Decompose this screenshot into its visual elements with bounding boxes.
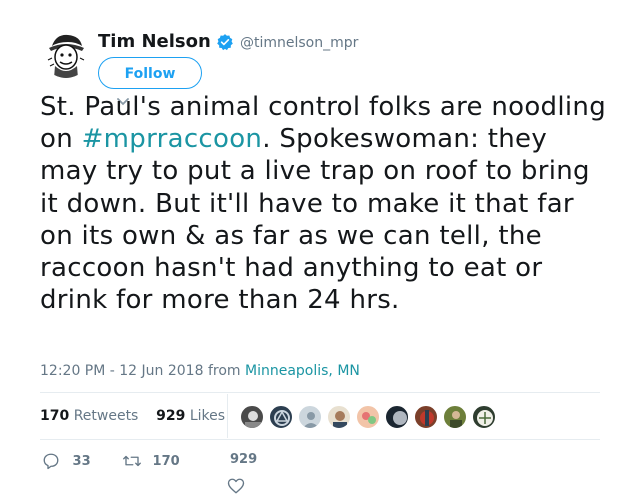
liker-avatar[interactable] bbox=[240, 405, 264, 429]
stats-divider bbox=[227, 394, 228, 438]
divider-bottom bbox=[40, 439, 600, 440]
user-name[interactable]: Tim Nelson bbox=[98, 31, 211, 52]
from-label: from bbox=[207, 363, 241, 379]
like-count: 929 bbox=[230, 452, 258, 467]
liker-avatar[interactable] bbox=[472, 405, 496, 429]
liker-avatar[interactable] bbox=[356, 405, 380, 429]
divider-top bbox=[40, 392, 600, 393]
user-handle[interactable]: @timnelson_mpr bbox=[240, 35, 358, 51]
hashtag-link[interactable]: #mprraccoon bbox=[82, 124, 263, 154]
reply-count: 33 bbox=[72, 453, 91, 469]
retweet-count: 170 bbox=[152, 453, 180, 469]
tweet-stats: 170 Retweets 929 Likes bbox=[40, 408, 225, 424]
reply-icon[interactable] bbox=[42, 452, 60, 470]
liker-avatar[interactable] bbox=[269, 405, 293, 429]
reply-action[interactable]: 33 bbox=[42, 452, 91, 470]
liker-avatar[interactable] bbox=[298, 405, 322, 429]
likes-stat[interactable]: 929 Likes bbox=[156, 408, 225, 424]
retweet-icon[interactable] bbox=[122, 452, 142, 470]
like-count-action[interactable]: 929 bbox=[230, 452, 257, 467]
likes-label: Likes bbox=[189, 408, 226, 424]
liker-avatar[interactable] bbox=[385, 405, 409, 429]
liker-avatar[interactable] bbox=[443, 405, 467, 429]
retweet-action[interactable]: 170 bbox=[122, 452, 180, 470]
tweet-meta: 12:20 PM - 12 Jun 2018 from Minneapolis,… bbox=[40, 363, 360, 379]
retweets-stat[interactable]: 170 Retweets bbox=[40, 408, 138, 424]
avatar-sketch-icon bbox=[42, 30, 90, 78]
follow-button[interactable]: Follow bbox=[98, 57, 202, 89]
heart-icon[interactable] bbox=[227, 477, 245, 495]
avatar[interactable] bbox=[42, 30, 90, 78]
liker-avatar[interactable] bbox=[414, 405, 438, 429]
likes-count: 929 bbox=[156, 408, 186, 424]
timestamp[interactable]: 12:20 PM - 12 Jun 2018 bbox=[40, 363, 204, 379]
retweets-count: 170 bbox=[40, 408, 70, 424]
tweet-text: St. Paul's animal control folks are nood… bbox=[40, 91, 610, 316]
liker-avatar[interactable] bbox=[327, 405, 351, 429]
location-link[interactable]: Minneapolis, MN bbox=[245, 363, 360, 379]
retweets-label: Retweets bbox=[73, 408, 139, 424]
verified-badge-icon bbox=[217, 34, 233, 51]
